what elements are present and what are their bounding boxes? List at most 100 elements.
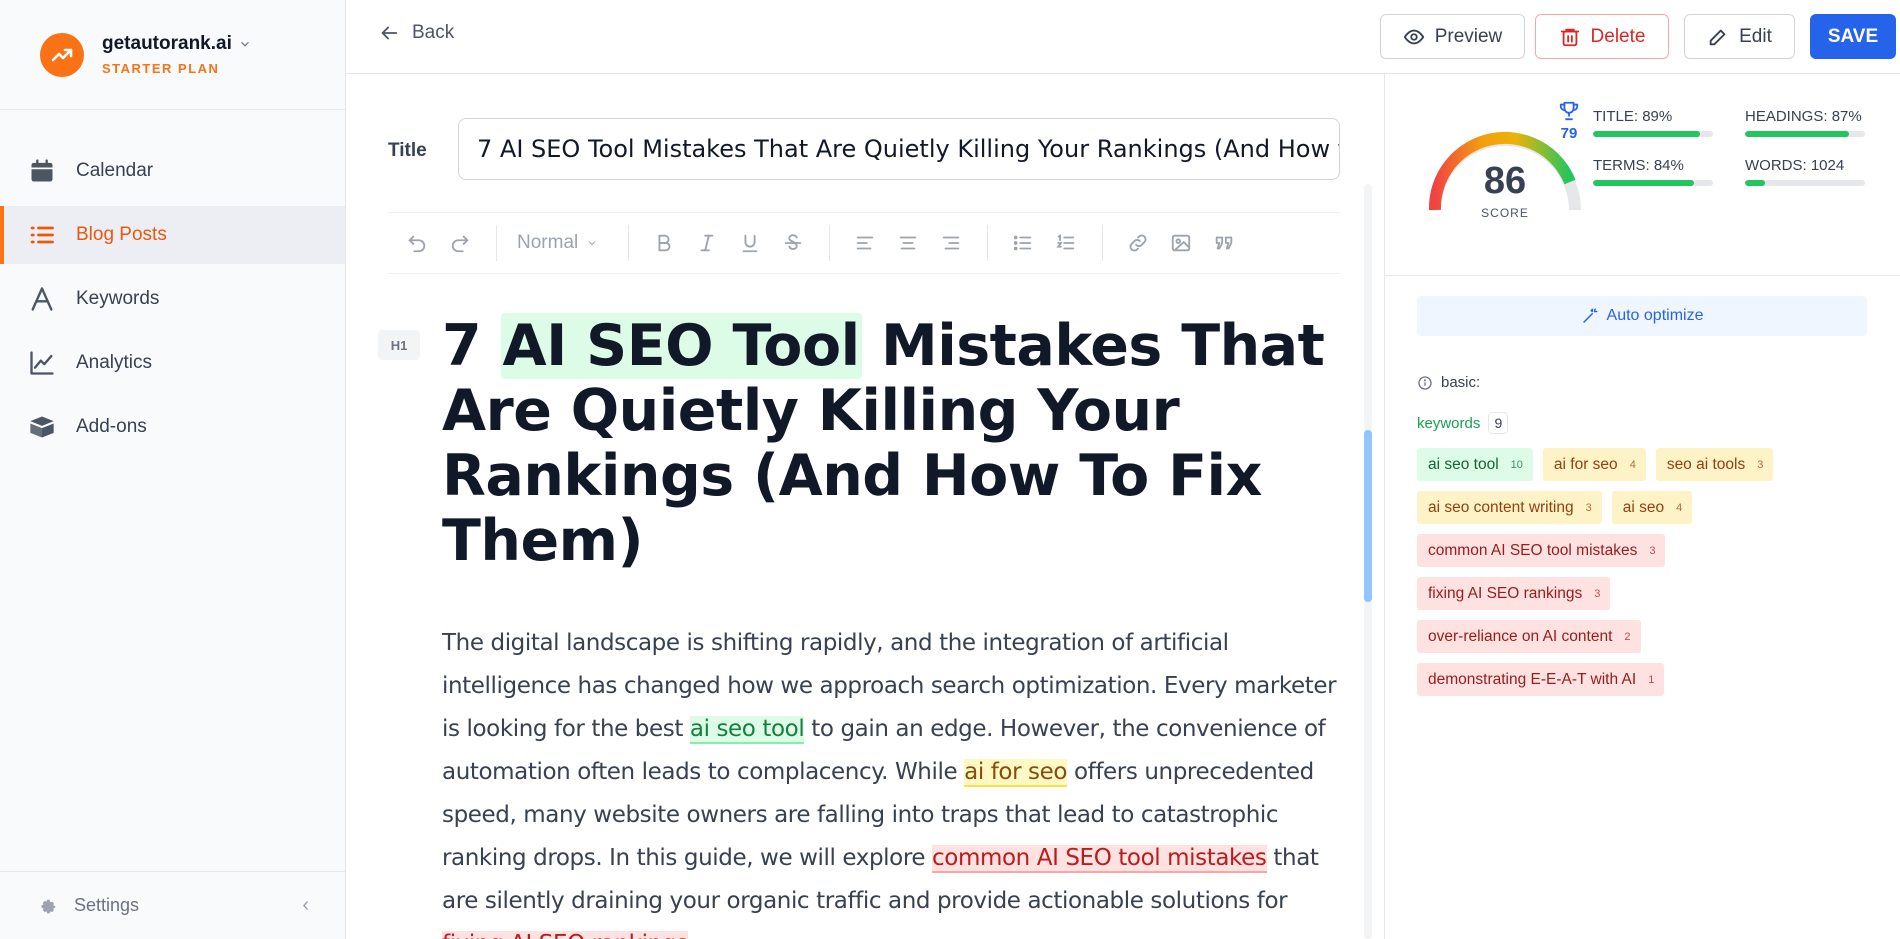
- keyword-highlight-yellow[interactable]: ai for seo: [964, 759, 1067, 787]
- redo-icon[interactable]: [445, 228, 475, 258]
- metric-value: 87%: [1831, 108, 1862, 125]
- score-label: SCORE: [1481, 206, 1529, 220]
- keyword-chip[interactable]: demonstrating E-E-A-T with AI 1: [1417, 663, 1665, 696]
- sidebar-item-keywords[interactable]: Keywords: [0, 270, 345, 328]
- chip-count: 4: [1629, 458, 1636, 471]
- preview-button[interactable]: Preview: [1380, 14, 1525, 59]
- keyword-chip[interactable]: ai seo content writing 3: [1417, 491, 1602, 524]
- eye-icon: [1403, 29, 1424, 44]
- metric-bar: [1593, 131, 1713, 137]
- metric-label: WORDS:: [1745, 157, 1807, 174]
- align-center-icon[interactable]: [893, 228, 923, 258]
- chip-label: ai seo content writing: [1428, 498, 1574, 516]
- align-right-icon[interactable]: [936, 228, 966, 258]
- title-input[interactable]: 7 AI SEO Tool Mistakes That Are Quietly …: [458, 118, 1340, 180]
- chip-count: 4: [1676, 501, 1683, 514]
- editor-pane: Title 7 AI SEO Tool Mistakes That Are Qu…: [346, 74, 1384, 939]
- keyword-chip[interactable]: fixing AI SEO rankings 3: [1417, 577, 1611, 610]
- keywords-header[interactable]: keywords 9: [1417, 412, 1509, 434]
- scrollbar-thumb[interactable]: [1364, 430, 1372, 602]
- keyword-chip[interactable]: seo ai tools 3: [1655, 448, 1774, 481]
- back-button[interactable]: Back: [378, 22, 454, 44]
- metric-headings: HEADINGS: 87%: [1745, 108, 1865, 137]
- title-label: Title: [388, 140, 427, 161]
- score-value: 86: [1483, 160, 1527, 202]
- sidebar-item-add-ons[interactable]: Add-ons: [0, 398, 345, 456]
- gear-icon: [41, 899, 56, 913]
- toolbar-divider: [496, 225, 497, 261]
- delete-button[interactable]: Delete: [1535, 14, 1669, 59]
- numbered-list-icon[interactable]: [1051, 228, 1081, 258]
- link-icon[interactable]: [1123, 228, 1153, 258]
- metric-bar-fill: [1593, 180, 1694, 186]
- italic-icon[interactable]: [692, 228, 722, 258]
- underline-icon[interactable]: [735, 228, 765, 258]
- box-icon: [30, 416, 54, 438]
- collapse-sidebar-icon[interactable]: ‹: [302, 894, 309, 917]
- sidebar-nav: Calendar Blog Posts Keywords Analytics A…: [0, 0, 345, 456]
- arrow-left-icon: [381, 26, 398, 40]
- post-heading[interactable]: 7 AI SEO Tool Mistakes That Are Quietly …: [442, 313, 1342, 574]
- strikethrough-icon[interactable]: [778, 228, 808, 258]
- chip-count: 3: [1649, 544, 1656, 557]
- sidebar-item-label: Analytics: [76, 352, 153, 373]
- chip-count: 3: [1594, 587, 1601, 600]
- metric-bar-fill: [1745, 131, 1850, 137]
- keyword-chip[interactable]: ai for seo 4: [1542, 448, 1646, 481]
- metric-bar: [1593, 180, 1713, 186]
- chip-label: fixing AI SEO rankings: [1428, 584, 1583, 602]
- chip-label: demonstrating E-E-A-T with AI: [1428, 670, 1637, 688]
- sidebar-item-blog-posts[interactable]: Blog Posts: [0, 206, 345, 264]
- metric-bar-fill: [1745, 180, 1766, 186]
- keyword-highlight-red[interactable]: fixing AI SEO rankings: [442, 931, 688, 939]
- keyword-chip[interactable]: ai seo tool 10: [1417, 448, 1533, 481]
- chip-count: 2: [1624, 630, 1631, 643]
- intro-paragraph[interactable]: The digital landscape is shifting rapidl…: [442, 622, 1352, 939]
- trophy-value: 79: [1560, 125, 1578, 142]
- keyword-chip[interactable]: common AI SEO tool mistakes 3: [1417, 534, 1666, 567]
- keyword-chip-list: ai seo tool 10 ai for seo 4 seo ai tools 3 …: [1417, 448, 1877, 706]
- metric-value: 1024: [1810, 157, 1845, 174]
- editor-scrollbar[interactable]: [1364, 184, 1372, 939]
- heading-keyword-highlight: AI SEO Tool: [500, 313, 862, 379]
- toolbar-divider: [628, 225, 630, 261]
- settings-link[interactable]: Settings: [74, 895, 139, 916]
- image-icon[interactable]: [1166, 228, 1196, 258]
- sidebar-footer: Settings ‹: [0, 871, 345, 939]
- h1-block-tag[interactable]: H1: [378, 330, 420, 360]
- list-icon: [30, 226, 54, 244]
- sidebar: getautorank.ai STARTER PLAN Calendar Blo…: [0, 0, 346, 939]
- top-bar: Back Preview Delete Edit SAVE: [346, 0, 1900, 74]
- quote-icon[interactable]: [1209, 228, 1239, 258]
- keyword-chip[interactable]: ai seo 4: [1611, 491, 1693, 524]
- paragraph-text: .: [688, 931, 695, 939]
- auto-optimize-button[interactable]: Auto optimize: [1417, 296, 1867, 336]
- chevron-down-icon: [588, 241, 596, 246]
- metric-words: WORDS: 1024: [1745, 157, 1865, 186]
- sidebar-item-calendar[interactable]: Calendar: [0, 142, 345, 200]
- preview-label: Preview: [1434, 25, 1503, 47]
- keyword-chip[interactable]: over-reliance on AI content 2: [1417, 620, 1641, 653]
- align-left-icon[interactable]: [850, 228, 880, 258]
- metric-bar: [1745, 180, 1865, 186]
- chip-label: ai seo: [1622, 498, 1665, 516]
- keyword-highlight-red[interactable]: common AI SEO tool mistakes: [932, 845, 1267, 873]
- undo-icon[interactable]: [402, 228, 432, 258]
- letter-a-icon: [31, 287, 53, 311]
- bold-icon[interactable]: [649, 228, 679, 258]
- trash-icon: [1560, 28, 1579, 46]
- edit-button[interactable]: Edit: [1684, 14, 1795, 59]
- keyword-highlight-green[interactable]: ai seo tool: [689, 716, 805, 744]
- back-label: Back: [412, 22, 455, 43]
- save-button[interactable]: SAVE: [1810, 14, 1896, 59]
- format-select[interactable]: Normal: [517, 232, 598, 254]
- sidebar-item-analytics[interactable]: Analytics: [0, 334, 345, 392]
- keywords-label: keywords: [1417, 414, 1481, 432]
- metric-bar: [1745, 131, 1865, 137]
- toolbar-divider: [987, 225, 989, 261]
- sidebar-item-label: Add-ons: [76, 416, 147, 437]
- pencil-icon: [1709, 29, 1726, 45]
- document-body[interactable]: 7 AI SEO Tool Mistakes That Are Quietly …: [442, 313, 1342, 939]
- info-icon: [1418, 375, 1432, 390]
- bullet-list-icon[interactable]: [1008, 228, 1038, 258]
